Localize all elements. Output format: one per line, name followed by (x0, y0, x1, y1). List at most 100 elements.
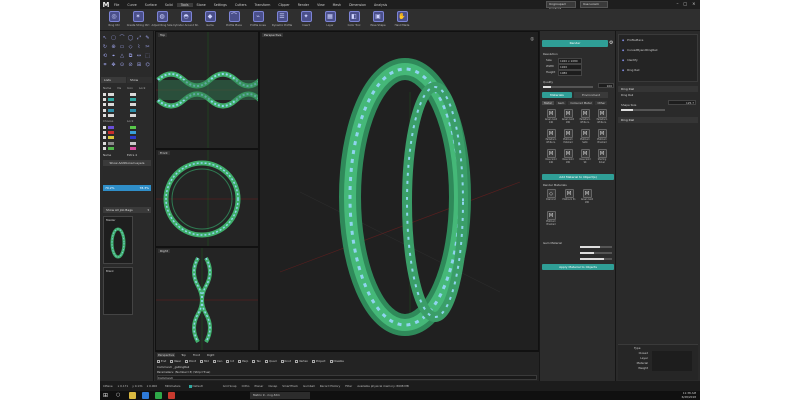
tool-button-7[interactable]: ☰ Dynamic Profile (270, 9, 294, 31)
group-color-b[interactable] (130, 126, 136, 129)
material-subtab-0[interactable]: Metal (542, 101, 554, 105)
layer-color-swatch[interactable] (108, 93, 114, 96)
menu-clipper[interactable]: Clipper (274, 3, 293, 7)
group-color-a[interactable] (108, 126, 114, 129)
tool-grid-icon[interactable]: ↻ (102, 44, 108, 50)
material-subtab-1[interactable]: Gem (555, 101, 567, 105)
layer-print-swatch[interactable] (130, 103, 136, 107)
material-swatch[interactable]: M Palladium White G. (595, 109, 609, 125)
history-item[interactable]: ◆ Identify (619, 55, 697, 65)
param-ring-rail-input[interactable]: 125.7 (668, 100, 696, 105)
maximize-icon[interactable]: □ (683, 1, 687, 8)
material-subtab-2[interactable]: Coloured Metal (568, 101, 594, 105)
tool-grid-icon[interactable]: ⊘ (128, 62, 134, 68)
tool-grid-icon[interactable]: ✥ (111, 62, 117, 68)
tool-button-4[interactable]: ◆ Gems (198, 9, 222, 31)
viewport-tab-top[interactable]: Top (180, 353, 187, 357)
group-color-b[interactable] (130, 136, 136, 140)
thumb-master[interactable]: Master (103, 216, 133, 264)
layer-color-swatch[interactable] (108, 108, 114, 112)
section-ring-rail-two[interactable]: Ring Rail (618, 117, 698, 123)
osnap-knot[interactable]: Knot (280, 359, 291, 363)
layer-row[interactable] (103, 113, 151, 118)
material-swatch[interactable]: M Platinum Satin (578, 129, 592, 145)
menu-analysis[interactable]: Analysis (370, 3, 391, 7)
menu-surface[interactable]: Surface (141, 3, 161, 7)
windows-start-icon[interactable]: ⊞ (103, 392, 110, 399)
spreadsheet-icon[interactable] (155, 392, 162, 399)
material-swatch[interactable]: M Green Gold 18K (561, 109, 575, 125)
section-ring-rail[interactable]: Ring Rail (618, 86, 698, 92)
viewport-tab-perspective[interactable]: Perspective (157, 353, 176, 357)
tool-grid-icon[interactable]: ⟲ (102, 53, 108, 59)
layer-print-swatch[interactable] (130, 113, 136, 117)
tool-button-9[interactable]: ▦ Layer (318, 9, 342, 31)
group-color-a[interactable] (108, 141, 114, 145)
osnap-disable[interactable]: Disable (329, 359, 344, 363)
menu-settings[interactable]: Settings (210, 3, 231, 7)
tool-grid-icon[interactable]: ⧉ (128, 53, 134, 59)
group-checkbox[interactable] (103, 141, 106, 145)
tool-grid-icon[interactable]: ↖ (102, 35, 108, 41)
selected-layer-row[interactable]: 79.2% 78.3% (103, 185, 151, 191)
status-item-1[interactable]: Ortho (242, 384, 250, 388)
show-additional-layers-button[interactable]: Show Additional Layers (103, 160, 151, 166)
material-subtab-3[interactable]: Other (595, 101, 608, 105)
close-icon[interactable]: × (692, 1, 695, 8)
shape-size-slider[interactable] (621, 109, 665, 111)
menu-mesh[interactable]: Mesh (329, 3, 345, 7)
tool-grid-icon[interactable]: ▢ (111, 35, 117, 41)
material-swatch[interactable]: M Palladium White G. (578, 109, 592, 125)
material-swatch[interactable]: M Rose Gold 14K (544, 149, 558, 165)
viewport-top[interactable]: Top (155, 31, 259, 149)
group-color-b[interactable] (130, 146, 136, 150)
tool-grid-icon[interactable]: ⊙ (119, 62, 125, 68)
tab-materials[interactable]: Materials (542, 92, 572, 98)
tool-grid-icon[interactable]: ⊞ (136, 62, 142, 68)
property-value[interactable] (652, 366, 692, 371)
job-bags-dropdown[interactable]: Show All Job Bags ▾ (103, 207, 151, 213)
apply-material-button[interactable]: Apply Material to Objects (542, 264, 614, 270)
status-cplane[interactable]: CPlane (103, 384, 113, 388)
layer-color-swatch[interactable] (108, 103, 114, 107)
checkbox-icon[interactable] (199, 359, 203, 363)
status-item-7[interactable]: Filter (345, 384, 352, 388)
gem-slider-three[interactable] (580, 258, 612, 260)
menu-dimension[interactable]: Dimension (345, 3, 370, 7)
menu-transform[interactable]: Transform (251, 3, 275, 7)
tool-grid-icon[interactable]: ✎ (145, 35, 151, 41)
checkbox-icon[interactable] (252, 359, 256, 363)
history-item[interactable]: ◆ Ring Rail (619, 65, 697, 75)
osnap-near[interactable]: Near (170, 359, 181, 363)
render-material-swatch[interactable]: M Green Gold 18K (580, 189, 594, 205)
tool-button-5[interactable]: ⌒ Profile Place (222, 9, 246, 31)
status-item-6[interactable]: Record History (320, 384, 341, 388)
checkbox-icon[interactable] (212, 359, 216, 363)
osnap-tan[interactable]: Tan (252, 359, 261, 363)
viewport-perspective[interactable]: Perspective ⌾ (259, 31, 539, 351)
checkbox-icon[interactable] (294, 359, 298, 363)
checkbox-icon[interactable] (311, 359, 315, 363)
gumball-icon[interactable]: ⌾ (530, 36, 534, 44)
osnap-perp[interactable]: Perp (238, 359, 248, 363)
menu-solid[interactable]: Solid (161, 3, 177, 7)
tool-button-10[interactable]: ◧ Color Tool (342, 9, 366, 31)
tool-button-0[interactable]: ◎ Ring Util (102, 9, 126, 31)
layer-print-swatch[interactable] (130, 108, 136, 112)
tab-environment[interactable]: Environment (574, 92, 608, 98)
checkbox-icon[interactable] (185, 359, 189, 363)
menu-cutters[interactable]: Cutters (231, 3, 251, 7)
checkbox-icon[interactable] (280, 359, 284, 363)
tool-button-3[interactable]: ◓ Cylinder Around Sh. (173, 9, 199, 31)
gem-slider-one[interactable] (580, 246, 612, 248)
material-swatch[interactable]: M Platinum Polished (561, 129, 575, 145)
tool-grid-icon[interactable]: ⊕ (111, 44, 117, 50)
group-checkbox[interactable] (103, 131, 106, 135)
tool-button-11[interactable]: ▣ Pave Shape (366, 9, 390, 31)
osnap-project[interactable]: Project (311, 359, 326, 363)
tool-button-8[interactable]: ✦ Insert (294, 9, 318, 31)
group-color-b[interactable] (130, 141, 136, 145)
viewport-right[interactable]: Right (155, 247, 259, 351)
layer-visible-checkbox[interactable] (103, 108, 106, 112)
render-material-swatch[interactable]: ◇ Diamond (544, 189, 558, 205)
